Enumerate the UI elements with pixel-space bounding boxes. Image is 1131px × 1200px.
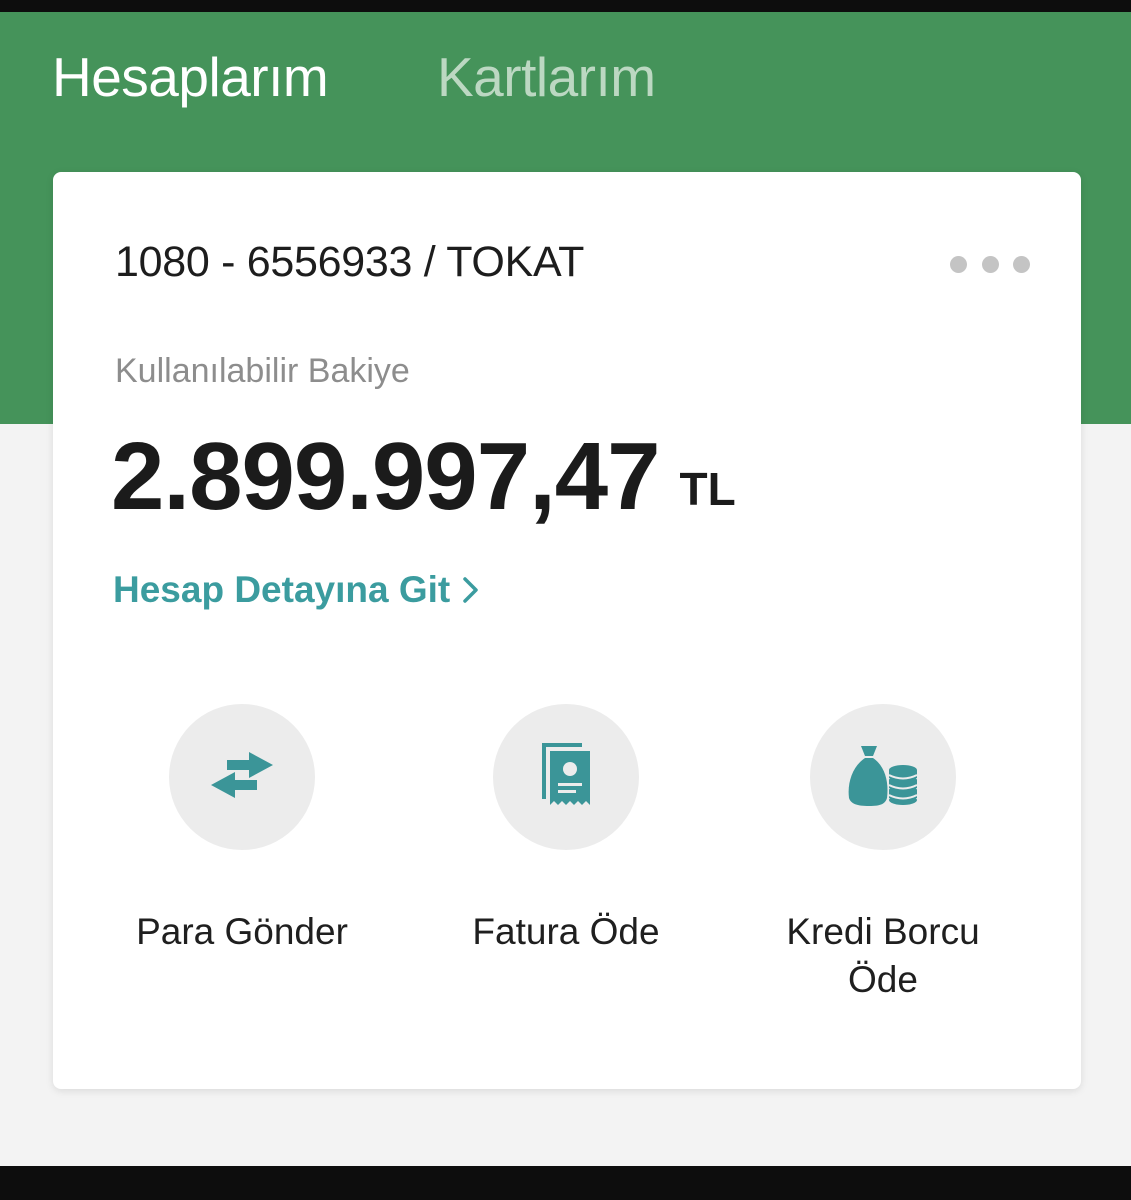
send-money-button[interactable]: Para Gönder (92, 704, 392, 956)
account-detail-link[interactable]: Hesap Detayına Git (113, 567, 480, 613)
tab-hesaplarim[interactable]: Hesaplarım (52, 42, 329, 112)
account-detail-link-label: Hesap Detayına Git (113, 569, 451, 610)
pay-loan-label: Kredi Borcu Öde (786, 911, 980, 1000)
more-dot-icon (1013, 255, 1030, 273)
bottom-frame-bar (0, 1166, 1131, 1200)
transfer-icon (207, 750, 277, 805)
more-dot-icon (950, 255, 967, 273)
pay-loan-button[interactable]: Kredi Borcu Öde (733, 704, 1033, 1004)
tab-kartlarim[interactable]: Kartlarım (437, 42, 656, 112)
account-card: 1080 - 6556933 / TOKAT Kullanılabilir Ba… (53, 172, 1081, 1089)
balance-row: 2.899.997,47 TL (111, 422, 736, 532)
balance-amount: 2.899.997,47 (111, 423, 661, 530)
pay-bill-button[interactable]: Fatura Öde (416, 704, 716, 956)
money-bag-coins-icon (845, 742, 921, 813)
pay-loan-icon-circle (810, 704, 956, 850)
more-dot-icon (981, 255, 999, 273)
bill-icon (536, 739, 596, 816)
send-money-label: Para Gönder (136, 911, 348, 952)
pay-bill-icon-circle (493, 704, 639, 850)
top-frame-bar (0, 0, 1131, 12)
account-number: 1080 - 6556933 / TOKAT (115, 238, 585, 286)
chevron-right-icon (462, 575, 480, 605)
balance-label: Kullanılabilir Bakiye (115, 352, 410, 390)
more-options-button[interactable] (950, 250, 1030, 278)
pay-bill-label: Fatura Öde (472, 911, 660, 952)
balance-currency: TL (679, 463, 736, 515)
send-money-icon-circle (169, 704, 315, 850)
